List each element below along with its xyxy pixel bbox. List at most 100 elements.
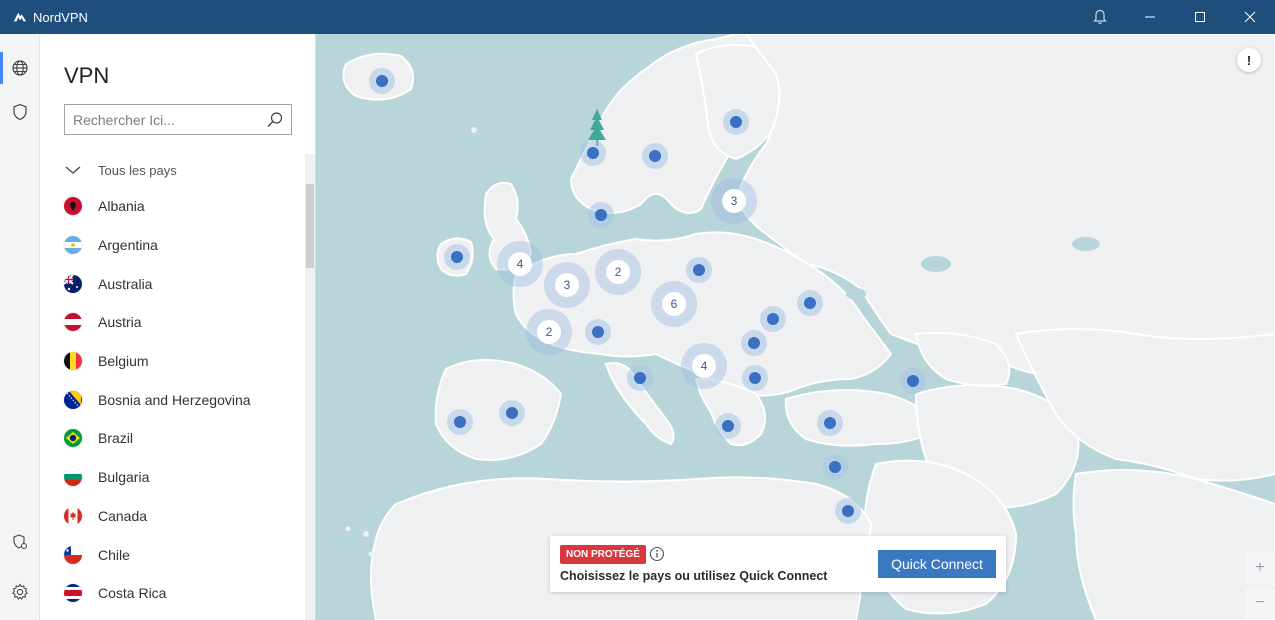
- country-name: Albania: [98, 198, 145, 215]
- austria-flag-icon: [64, 313, 82, 332]
- cluster-count: 2: [537, 320, 561, 344]
- country-list: Albania Argentina Australia Austria Belg…: [64, 187, 304, 613]
- page-title: VPN: [64, 63, 110, 88]
- server-pin-moldova[interactable]: [760, 306, 786, 332]
- australia-flag-icon: [64, 274, 82, 293]
- server-pin-poland[interactable]: [686, 257, 712, 283]
- brazil-flag-icon: [64, 429, 82, 448]
- server-pin-greece[interactable]: [715, 413, 741, 439]
- server-pin-switzerland[interactable]: [585, 319, 611, 345]
- minimize-button[interactable]: [1125, 0, 1175, 34]
- cluster-count: 3: [555, 273, 579, 297]
- country-item-costa-rica[interactable]: Costa Rica: [64, 574, 304, 613]
- server-pin-israel[interactable]: [835, 498, 861, 524]
- search-icon[interactable]: [266, 111, 284, 129]
- server-pin-denmark[interactable]: [588, 202, 614, 228]
- server-pin-turkey[interactable]: [817, 410, 843, 436]
- server-cluster[interactable]: 2: [595, 249, 641, 295]
- country-item-austria[interactable]: Austria: [64, 303, 304, 342]
- search-input[interactable]: [73, 110, 263, 130]
- notifications-bell-icon[interactable]: [1075, 0, 1125, 34]
- country-item-brazil[interactable]: Brazil: [64, 419, 304, 458]
- all-countries-label: Tous les pays: [98, 162, 177, 178]
- server-pin-italy[interactable]: [627, 365, 653, 391]
- country-item-albania[interactable]: Albania: [64, 187, 304, 226]
- costa-rica-flag-icon: [64, 584, 82, 603]
- country-item-chile[interactable]: Chile: [64, 535, 304, 574]
- maximize-button[interactable]: [1175, 0, 1225, 34]
- albania-flag-icon: [64, 197, 82, 216]
- country-name: Bulgaria: [98, 469, 150, 486]
- europe-map-land: [342, 34, 1275, 620]
- search-box[interactable]: [64, 104, 292, 135]
- server-pin-spain[interactable]: [499, 400, 525, 426]
- country-name: Argentina: [98, 237, 158, 254]
- server-cluster[interactable]: 4: [681, 343, 727, 389]
- country-name: Austria: [98, 314, 142, 331]
- server-pin-finland-north[interactable]: [723, 109, 749, 135]
- server-cluster[interactable]: 4: [497, 241, 543, 287]
- quick-connect-button[interactable]: Quick Connect: [878, 550, 996, 578]
- app-title: NordVPN: [33, 9, 88, 25]
- nordvpn-logo-icon: [13, 12, 27, 22]
- shield-icon[interactable]: [0, 94, 40, 130]
- alert-icon[interactable]: !: [1237, 48, 1261, 72]
- argentina-flag-icon: [64, 236, 82, 255]
- country-name: Chile: [98, 546, 130, 563]
- connection-status-card: NON PROTÉGÉ Choisissez le pays ou utilis…: [550, 536, 1006, 592]
- country-item-belgium[interactable]: Belgium: [64, 342, 304, 381]
- country-item-australia[interactable]: Australia: [64, 264, 304, 303]
- status-hint: Choisissez le pays ou utilisez Quick Con…: [560, 569, 828, 583]
- cluster-count: 2: [606, 260, 630, 284]
- server-pin-cyprus[interactable]: [822, 454, 848, 480]
- bosnia-flag-icon: [64, 390, 82, 409]
- server-cluster[interactable]: 3: [544, 262, 590, 308]
- shield-settings-icon[interactable]: [0, 524, 40, 560]
- status-badge: NON PROTÉGÉ: [560, 545, 646, 564]
- all-countries-toggle[interactable]: Tous les pays: [64, 160, 177, 180]
- server-pin-ukraine[interactable]: [797, 290, 823, 316]
- country-name: Belgium: [98, 353, 149, 370]
- zoom-in-button[interactable]: +: [1245, 552, 1275, 584]
- country-item-canada[interactable]: Canada: [64, 497, 304, 536]
- country-item-bosnia-and-herzegovina[interactable]: Bosnia and Herzegovina: [64, 380, 304, 419]
- country-name: Canada: [98, 507, 148, 524]
- cluster-count: 4: [508, 252, 532, 276]
- country-item-bulgaria[interactable]: Bulgaria: [64, 458, 304, 497]
- server-pin-bulgaria[interactable]: [742, 365, 768, 391]
- server-map[interactable]: ! 4 3 2 2 6 4 3 + − NON PROTÉGÉ Choisiss…: [316, 34, 1275, 620]
- country-list-scrollbar[interactable]: [305, 154, 315, 620]
- country-name: Brazil: [98, 430, 134, 447]
- server-pin-sweden[interactable]: [642, 143, 668, 169]
- chevron-down-icon: [65, 166, 81, 174]
- navigation-rail: [0, 34, 40, 620]
- server-pin-romania[interactable]: [741, 330, 767, 356]
- country-name: Bosnia and Herzegovina: [98, 391, 251, 408]
- server-pin-portugal[interactable]: [447, 409, 473, 435]
- canada-flag-icon: [64, 506, 82, 525]
- zoom-out-button[interactable]: −: [1245, 587, 1275, 619]
- info-icon[interactable]: [649, 546, 665, 562]
- country-panel: VPN Tous les pays Albania Argentina Aust…: [40, 34, 316, 620]
- server-pin-norway[interactable]: [580, 140, 606, 166]
- country-item-argentina[interactable]: Argentina: [64, 226, 304, 265]
- country-name: Costa Rica: [98, 585, 167, 602]
- close-button[interactable]: [1225, 0, 1275, 34]
- server-pin-iceland[interactable]: [369, 68, 395, 94]
- server-cluster[interactable]: 6: [651, 281, 697, 327]
- cluster-count: 4: [692, 354, 716, 378]
- globe-icon[interactable]: [0, 50, 40, 86]
- server-pin-ireland[interactable]: [444, 244, 470, 270]
- scrollbar-thumb[interactable]: [306, 184, 314, 268]
- title-bar: NordVPN: [0, 0, 1275, 34]
- belgium-flag-icon: [64, 352, 82, 371]
- country-name: Australia: [98, 275, 153, 292]
- gear-icon[interactable]: [0, 574, 40, 610]
- cluster-count: 6: [662, 292, 686, 316]
- server-cluster[interactable]: 3: [711, 178, 757, 224]
- chile-flag-icon: [64, 545, 82, 564]
- server-cluster[interactable]: 2: [526, 309, 572, 355]
- server-pin-georgia[interactable]: [900, 368, 926, 394]
- bulgaria-flag-icon: [64, 468, 82, 487]
- cluster-count: 3: [722, 189, 746, 213]
